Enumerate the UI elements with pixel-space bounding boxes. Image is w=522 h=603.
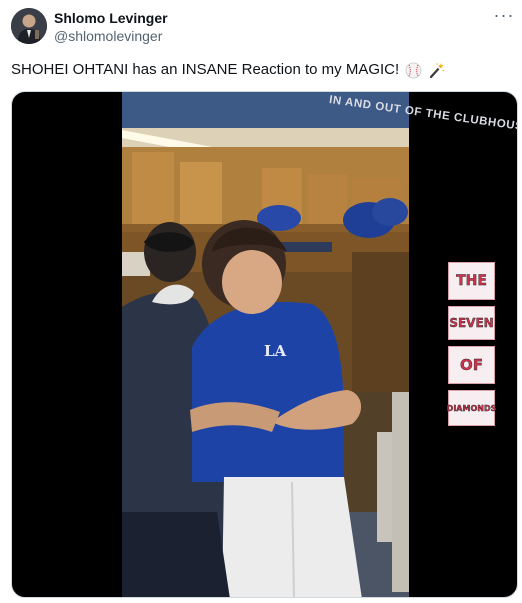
avatar[interactable]	[11, 8, 47, 44]
author-handle[interactable]: @shlomolevinger	[54, 27, 168, 45]
sign-word-the: THE	[448, 262, 495, 300]
video-frame: LA IN AND OUT OF THE CLUBHOUSE THE SEVEN…	[122, 92, 517, 597]
sign-word-seven: SEVEN	[448, 306, 495, 340]
tweet-card: Shlomo Levinger @shlomolevinger ··· SHOH…	[0, 0, 522, 603]
author-block: Shlomo Levinger @shlomolevinger	[54, 10, 168, 45]
more-options-icon[interactable]: ···	[492, 5, 516, 25]
tweet-text-row: SHOHEI OHTANI has an INSANE Reaction to …	[11, 60, 512, 80]
tweet-text: SHOHEI OHTANI has an INSANE Reaction to …	[11, 61, 400, 78]
author-name[interactable]: Shlomo Levinger	[54, 10, 168, 27]
sign-word-of: OF	[448, 346, 495, 384]
video-player[interactable]: LA IN AND OUT OF THE CLUBHOUSE THE SEVEN…	[11, 91, 518, 598]
clubhouse-scene-image: LA	[122, 92, 409, 597]
svg-text:LA: LA	[264, 342, 287, 360]
sign-word-diamonds: DIAMONDS	[446, 390, 497, 426]
baseball-icon	[405, 62, 422, 79]
magic-wand-icon	[428, 62, 445, 79]
